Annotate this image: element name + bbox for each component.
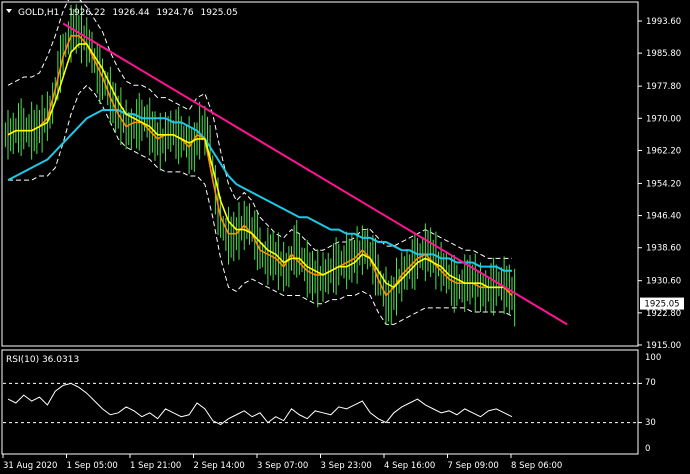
rsi-label: RSI(10) 36.0313	[6, 355, 79, 365]
price-tick-label: 1985.80	[646, 49, 681, 59]
time-tick-label: 8 Sep 06:00	[511, 461, 562, 471]
trading-chart[interactable]: 1993.60 1985.80 1977.80 1970.00 1962.20 1954.…	[0, 0, 690, 474]
time-tick-label: 4 Sep 16:00	[384, 461, 435, 471]
time-tick-label: 1 Sep 05:00	[67, 461, 118, 471]
open-value: 1926.22	[68, 8, 105, 18]
symbol-label: GOLD,H1	[18, 8, 59, 18]
rsi-tick-0: 0	[645, 444, 650, 454]
time-tick-label: 2 Sep 14:00	[194, 461, 245, 471]
price-tick-label: 1970.00	[646, 114, 681, 124]
price-tick-label: 1922.80	[646, 309, 681, 319]
chart-symbol-header: GOLD,H1 1926.22 1926.44 1924.76 1925.05	[18, 8, 238, 18]
low-value: 1924.76	[156, 8, 193, 18]
high-value: 1926.44	[112, 8, 149, 18]
rsi-tick-30: 30	[645, 418, 656, 428]
current-price-badge: 1925.05	[640, 297, 684, 310]
rsi-tick-70: 70	[645, 378, 656, 388]
current-price-text: 1925.05	[644, 300, 679, 310]
price-tick-label: 1977.80	[646, 82, 681, 92]
time-tick-label: 3 Sep 23:00	[321, 461, 372, 471]
price-tick-label: 1962.20	[646, 146, 681, 156]
rsi-tick-100: 100	[645, 353, 661, 363]
price-tick-label: 1930.60	[646, 277, 681, 287]
time-tick-label: 7 Sep 09:00	[448, 461, 499, 471]
time-tick-label: 31 Aug 2020	[3, 461, 57, 471]
price-tick-label: 1915.00	[646, 341, 681, 351]
time-tick-label: 3 Sep 07:00	[257, 461, 308, 471]
time-tick-label: 1 Sep 21:00	[130, 461, 181, 471]
price-tick-label: 1946.40	[646, 212, 681, 222]
close-value: 1925.05	[201, 8, 238, 18]
price-tick-label: 1993.60	[646, 17, 681, 27]
price-tick-label: 1954.20	[646, 179, 681, 189]
price-tick-label: 1938.60	[646, 244, 681, 254]
